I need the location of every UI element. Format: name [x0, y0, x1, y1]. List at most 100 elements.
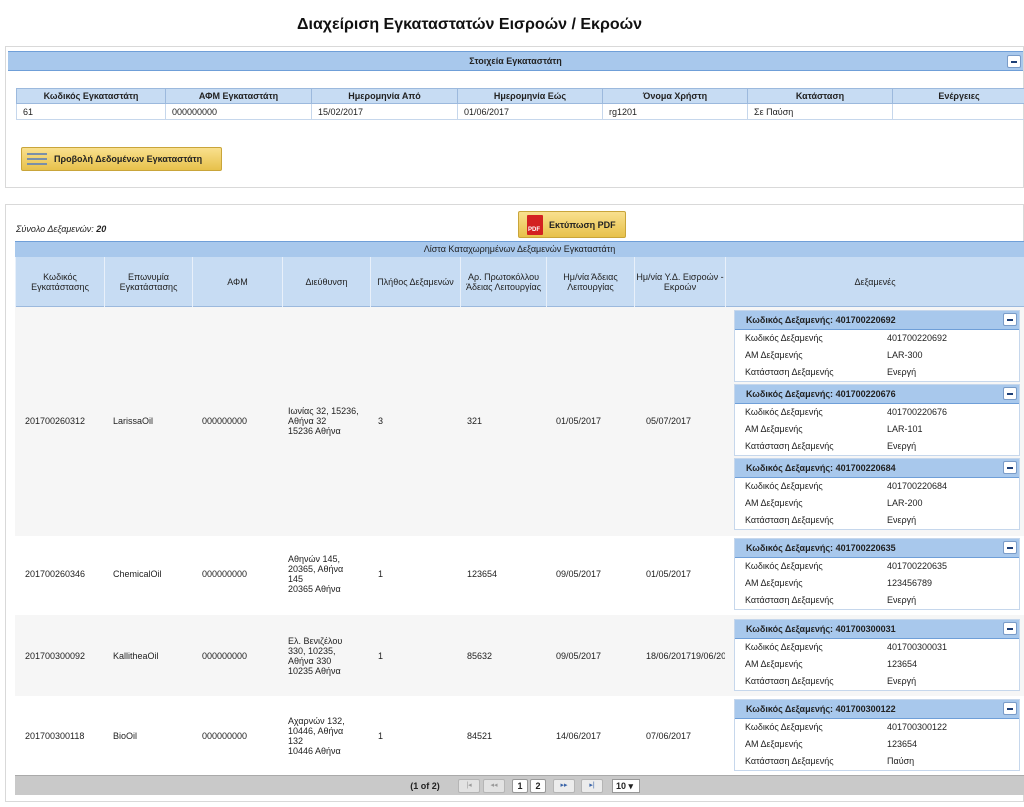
- tank-field-value: LAR-200: [887, 498, 923, 508]
- license-date-cell: 01/05/2017: [556, 416, 602, 426]
- installer-col-header: Ημερομηνία Από: [311, 88, 458, 104]
- tank-code-row: Κωδικός Δεξαμενής 401700220635: [735, 558, 1019, 575]
- installer-cell: 15/02/2017: [311, 103, 458, 120]
- view-installer-data-button[interactable]: Προβολή Δεδομένων Εγκαταστάτη: [21, 147, 222, 171]
- tank-field-value: 401700220684: [887, 481, 948, 491]
- tank-card-header: Κωδικός Δεξαμενής: 401700220684: [735, 459, 1019, 478]
- installation-code: 201700300118: [25, 731, 85, 741]
- next-page-button[interactable]: ▸▸: [553, 779, 575, 793]
- collapse-icon[interactable]: [1003, 541, 1017, 554]
- page-2-button[interactable]: 2: [530, 779, 546, 793]
- tank-code-row: Κωδικός Δεξαμενής 401700220692: [735, 330, 1019, 347]
- tank-card-header: Κωδικός Δεξαμενής: 401700220676: [735, 385, 1019, 404]
- tank-field-label: Κατάσταση Δεξαμενής: [745, 367, 834, 377]
- protocol-cell: 84521: [467, 731, 493, 741]
- last-page-button[interactable]: ▸|: [581, 779, 603, 793]
- tank-field-value: 123456789: [887, 578, 933, 588]
- tank-card-header: Κωδικός Δεξαμενής: 401700300031: [735, 620, 1019, 639]
- tank-card: Κωδικός Δεξαμενής: 401700220692 Κωδικός Δ…: [734, 310, 1020, 382]
- tank-field-value: 401700300031: [887, 642, 948, 652]
- tank-am-row: ΑΜ Δεξαμενής 123654: [735, 656, 1019, 673]
- installation-name: BioOil: [113, 731, 138, 741]
- installation-code: 201700260346: [25, 569, 86, 579]
- collapse-icon[interactable]: [1003, 461, 1017, 474]
- total-tanks-value: 20: [96, 224, 107, 234]
- page-info: (1 of 2): [410, 781, 440, 791]
- installer-table: Κωδικός Εγκαταστάτη ΑΦΜ Εγκαταστάτη Ημερομ…: [16, 88, 1024, 120]
- afm-cell: 000000000: [202, 569, 248, 579]
- tank-am-row: ΑΜ Δεξαμενής 123456789: [735, 575, 1019, 592]
- address-line: Ελ. Βενιζέλου: [288, 636, 343, 646]
- tank-am-row: ΑΜ Δεξαμενής 123654: [735, 736, 1019, 753]
- tank-am-row: ΑΜ Δεξαμενής LAR-300: [735, 347, 1019, 364]
- tank-code-row: Κωδικός Δεξαμενής 401700300122: [735, 719, 1019, 736]
- tank-field-label: Κατάσταση Δεξαμενής: [745, 515, 834, 525]
- tanks-count-cell: 3: [378, 416, 384, 426]
- collapse-icon[interactable]: [1007, 55, 1021, 68]
- address-cell: Αθηνών 145, 20365, Αθήνα 145 20365 Αθήνα: [288, 554, 343, 594]
- installer-cell: [892, 103, 1024, 120]
- afm-cell: 000000000: [202, 416, 248, 426]
- address-line: 20365 Αθήνα: [288, 584, 341, 594]
- tank-header-label: Κωδικός Δεξαμενής:: [746, 543, 834, 553]
- tank-card: Κωδικός Δεξαμενής: 401700220635 Κωδικός Δ…: [734, 538, 1020, 610]
- tank-card: Κωδικός Δεξαμενής: 401700300031 Κωδικός Δ…: [734, 619, 1020, 691]
- tank-header-code: 401700220684: [835, 463, 896, 473]
- tank-header-label: Κωδικός Δεξαμενής:: [746, 463, 834, 473]
- collapse-icon[interactable]: [1003, 313, 1017, 326]
- tank-field-label: ΑΜ Δεξαμενής: [745, 350, 803, 360]
- tanks-col-header: Επωνυμία Εγκατάστασης: [104, 257, 192, 307]
- tanks-col-header: Δεξαμενές: [725, 257, 1024, 307]
- tank-card-header: Κωδικός Δεξαμενής: 401700220635: [735, 539, 1019, 558]
- tank-field-value: 401700220676: [887, 407, 948, 417]
- total-tanks: Σύνολο Δεξαμενών: 20: [16, 224, 106, 234]
- afm-cell: 000000000: [202, 651, 248, 661]
- license-date-cell: 09/05/2017: [556, 569, 602, 579]
- tank-status-row: Κατάσταση Δεξαμενής Παύση: [735, 753, 1019, 770]
- address-line: 132: [288, 736, 304, 746]
- address-cell: Ελ. Βενιζέλου 330, 10235, Αθήνα 330 10235 Α…: [288, 636, 342, 676]
- tank-field-value: Ενεργή: [887, 367, 917, 377]
- tank-header-code: 401700220676: [835, 389, 896, 399]
- tank-card-header: Κωδικός Δεξαμενής: 401700300122: [735, 700, 1019, 719]
- pdf-icon: PDF: [527, 215, 543, 235]
- address-line: 15236 Αθήνα: [288, 426, 341, 436]
- afm-cell: 000000000: [202, 731, 248, 741]
- prev-page-button[interactable]: ◂◂: [483, 779, 505, 793]
- installer-cell: 01/06/2017: [457, 103, 603, 120]
- protocol-cell: 85632: [467, 651, 493, 661]
- page-1-button[interactable]: 1: [512, 779, 528, 793]
- print-pdf-button[interactable]: PDF Εκτύπωση PDF: [518, 211, 626, 238]
- license-date-cell: 09/05/2017: [556, 651, 602, 661]
- first-page-button[interactable]: |◂: [458, 779, 480, 793]
- tank-status-row: Κατάσταση Δεξαμενής Ενεργή: [735, 512, 1019, 529]
- tank-field-value: Ενεργή: [887, 595, 917, 605]
- tank-card: Κωδικός Δεξαμενής: 401700220676 Κωδικός Δ…: [734, 384, 1020, 456]
- address-line: 10446, Αθήνα: [288, 726, 344, 736]
- installer-panel-title: Στοιχεία Εγκαταστάτη: [469, 56, 562, 66]
- tank-header-label: Κωδικός Δεξαμενής:: [746, 704, 834, 714]
- installer-panel-header: Στοιχεία Εγκαταστάτη: [8, 51, 1023, 71]
- page-size-select[interactable]: 10 ▾: [612, 779, 640, 793]
- tank-field-label: Κωδικός Δεξαμενής: [745, 481, 823, 491]
- tank-field-value: Ενεργή: [887, 515, 917, 525]
- tank-field-label: Κωδικός Δεξαμενής: [745, 722, 823, 732]
- collapse-icon[interactable]: [1003, 387, 1017, 400]
- tank-status-row: Κατάσταση Δεξαμενής Ενεργή: [735, 438, 1019, 455]
- address-line: 10446 Αθήνα: [288, 746, 341, 756]
- address-line: 10235 Αθήνα: [288, 666, 341, 676]
- tanks-list-title: Λίστα Καταχωρημένων Δεξαμενών Εγκαταστάτ…: [15, 241, 1024, 257]
- collapse-icon[interactable]: [1003, 702, 1017, 715]
- installer-cell: 61: [16, 103, 166, 120]
- tank-field-value: LAR-101: [887, 424, 923, 434]
- tank-header-code: 401700220692: [835, 315, 896, 325]
- yd-date-cell: 07/06/2017: [646, 731, 692, 741]
- address-line: Αθήνα 32: [288, 416, 327, 426]
- yd-date-cell: 01/05/2017: [646, 569, 692, 579]
- tank-field-label: Κατάσταση Δεξαμενής: [745, 676, 834, 686]
- collapse-icon[interactable]: [1003, 622, 1017, 635]
- tank-field-value: 401700220692: [887, 333, 948, 343]
- tank-status-row: Κατάσταση Δεξαμενής Ενεργή: [735, 592, 1019, 609]
- tank-field-value: 123654: [887, 739, 918, 749]
- installation-code: 201700300092: [25, 651, 86, 661]
